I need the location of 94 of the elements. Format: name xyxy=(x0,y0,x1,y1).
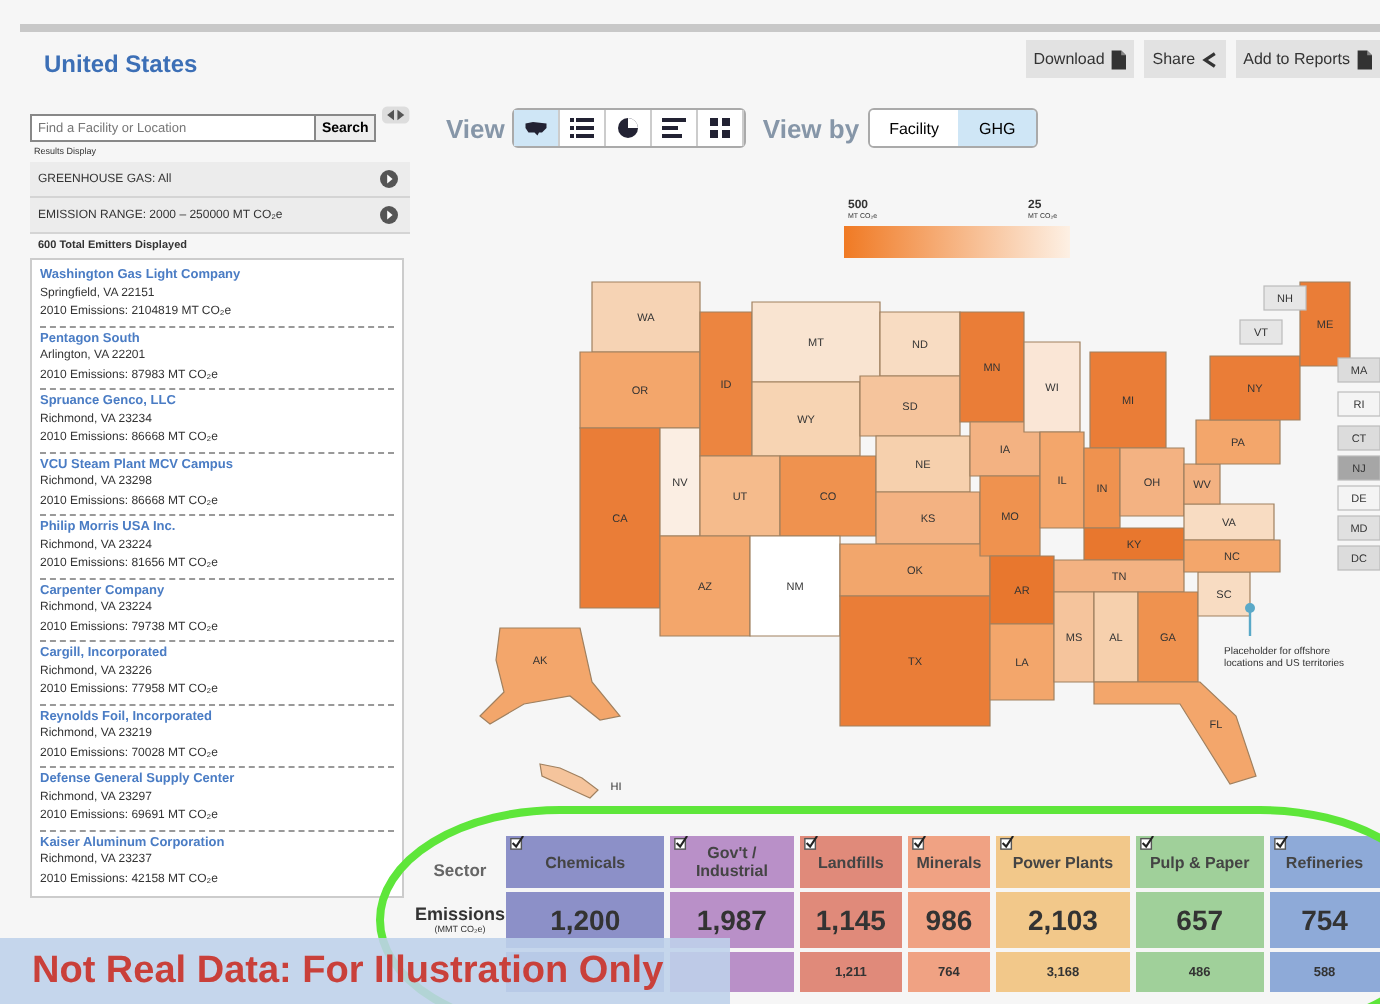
table-cell: 2,103 xyxy=(995,892,1131,948)
state-shape[interactable] xyxy=(699,455,781,537)
state-shape[interactable] xyxy=(875,491,981,545)
state-shape[interactable] xyxy=(1137,591,1199,683)
sector-header[interactable]: Refineries xyxy=(1269,836,1380,888)
arrow-circle-icon xyxy=(380,170,398,188)
collapse-arrows-icon[interactable] xyxy=(382,106,410,124)
state-shape[interactable] xyxy=(659,427,701,537)
table-cell: 1,145 xyxy=(799,892,903,948)
annotation-banner: Not Real Data: For Illustration Only xyxy=(0,938,730,1004)
view-by-option[interactable]: GHG xyxy=(958,110,1036,146)
table-cell: 657 xyxy=(1136,892,1264,948)
state-shape[interactable] xyxy=(779,455,877,537)
state-callout[interactable] xyxy=(1337,455,1380,481)
state-shape[interactable] xyxy=(1093,681,1257,785)
state-shape[interactable] xyxy=(1119,447,1185,517)
state-shape[interactable] xyxy=(1183,539,1281,573)
state-shape[interactable] xyxy=(539,763,599,799)
map-icon xyxy=(524,118,549,138)
state-shape[interactable] xyxy=(479,627,622,725)
page-title: United States xyxy=(44,50,198,78)
state-shape[interactable] xyxy=(979,475,1041,557)
state-shape[interactable] xyxy=(969,421,1041,477)
state-shape[interactable] xyxy=(1183,503,1275,541)
checkbox[interactable] xyxy=(912,836,927,850)
state-shape[interactable] xyxy=(699,311,753,457)
checkbox[interactable] xyxy=(1140,836,1155,850)
state-shape[interactable] xyxy=(1195,419,1281,465)
share-icon xyxy=(1201,49,1218,69)
header-button[interactable]: Add to Reports xyxy=(1235,40,1380,78)
sector-header[interactable]: Chemicals xyxy=(506,836,665,888)
state-shape[interactable] xyxy=(1093,591,1139,683)
state-callout[interactable] xyxy=(1337,391,1380,417)
view-label: View xyxy=(446,113,505,143)
state-shape[interactable] xyxy=(875,435,971,493)
state-shape[interactable] xyxy=(579,427,661,609)
state-callout[interactable] xyxy=(1263,285,1307,311)
state-callout[interactable] xyxy=(1337,515,1380,541)
pin-icon xyxy=(1245,603,1255,636)
state-shape[interactable] xyxy=(1053,559,1185,593)
state-shape[interactable] xyxy=(839,543,991,597)
state-shape[interactable] xyxy=(1083,447,1121,529)
sector-header[interactable]: Pulp & Paper xyxy=(1136,836,1264,888)
state-shape[interactable] xyxy=(1183,463,1221,505)
state-shape[interactable] xyxy=(879,311,961,377)
state-shape[interactable] xyxy=(859,375,961,437)
checkbox[interactable] xyxy=(803,836,818,850)
table-cell: 1,987 xyxy=(670,892,794,948)
sector-header[interactable]: Minerals xyxy=(908,836,990,888)
state-shape[interactable] xyxy=(1197,571,1251,617)
state-callout[interactable] xyxy=(1337,357,1380,383)
checkbox[interactable] xyxy=(999,836,1014,850)
state-shape[interactable] xyxy=(1089,351,1167,449)
state-shape[interactable] xyxy=(1023,341,1081,433)
checkbox[interactable] xyxy=(1273,836,1288,850)
table-cell: 986 xyxy=(908,892,990,948)
state-shape[interactable] xyxy=(659,535,751,637)
bar-chart-icon xyxy=(662,118,687,138)
state-shape[interactable] xyxy=(1299,281,1351,367)
document-icon xyxy=(1110,49,1127,69)
state-callout[interactable] xyxy=(1239,319,1283,345)
state-shape[interactable] xyxy=(959,311,1025,423)
arrow-circle-icon xyxy=(380,206,398,224)
row-label: Sector xyxy=(433,860,487,880)
document-icon xyxy=(1356,49,1372,69)
checkbox[interactable] xyxy=(674,836,689,850)
header-button[interactable]: Download xyxy=(1025,40,1135,78)
state-callout[interactable] xyxy=(1337,545,1380,571)
state-shape[interactable] xyxy=(591,281,701,353)
state-shape[interactable] xyxy=(751,381,861,457)
state-shape[interactable] xyxy=(1209,355,1301,421)
checkbox[interactable] xyxy=(510,836,524,850)
state-callout[interactable] xyxy=(1337,485,1380,511)
state-shape[interactable] xyxy=(1039,431,1085,529)
grid-icon xyxy=(708,118,733,138)
state-shape[interactable] xyxy=(989,555,1055,625)
state-shape[interactable] xyxy=(1083,527,1185,561)
state-shape[interactable] xyxy=(751,301,881,383)
view-button[interactable] xyxy=(514,110,561,146)
sector-header[interactable]: Power Plants xyxy=(995,836,1131,888)
state-shape[interactable] xyxy=(1053,591,1095,683)
pie-chart-icon xyxy=(616,118,641,138)
table-cell: 754 xyxy=(1269,892,1380,948)
header-button[interactable]: Share xyxy=(1144,40,1226,78)
state-shape[interactable] xyxy=(989,623,1055,701)
view-by-label: View by xyxy=(762,113,860,143)
row-label: Emissions xyxy=(414,904,506,924)
sector-header[interactable]: Landfills xyxy=(799,836,903,888)
sector-header[interactable]: Gov't / Industrial xyxy=(670,836,794,888)
state-shape[interactable] xyxy=(579,351,701,429)
list-icon xyxy=(570,118,595,138)
view-by-option[interactable]: Facility xyxy=(869,110,959,146)
state-callout[interactable] xyxy=(1337,425,1380,451)
state-shape[interactable] xyxy=(749,535,841,637)
